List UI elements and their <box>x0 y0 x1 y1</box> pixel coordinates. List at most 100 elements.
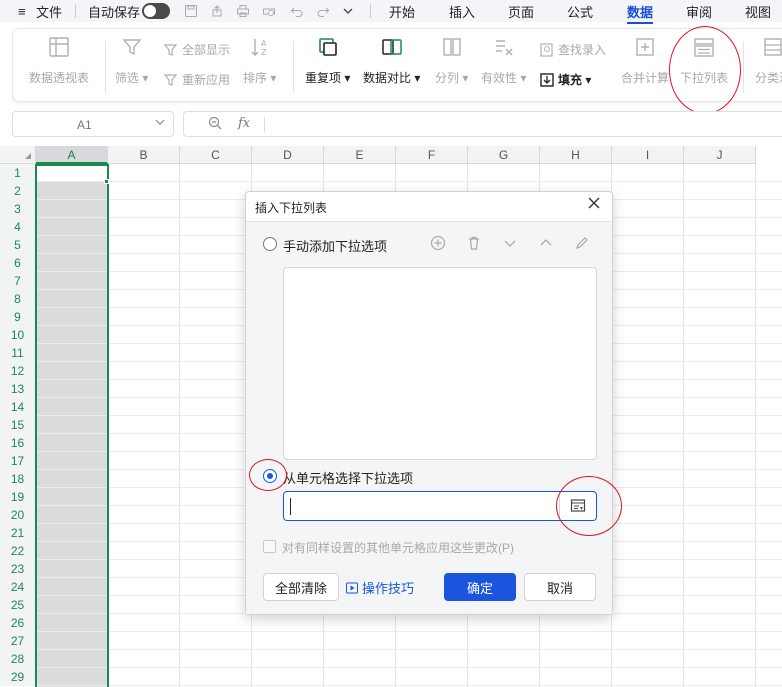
row-header-16[interactable]: 16 <box>0 434 36 452</box>
row-header-11[interactable]: 11 <box>0 344 36 362</box>
select-all-corner[interactable] <box>0 146 36 164</box>
cell-range-input[interactable] <box>283 491 597 521</box>
consolidate-icon <box>634 29 656 65</box>
row-header-18[interactable]: 18 <box>0 470 36 488</box>
consolidate-button[interactable]: 合并计算 <box>621 29 669 103</box>
share-icon[interactable] <box>210 0 224 22</box>
row-header-10[interactable]: 10 <box>0 326 36 344</box>
redo-icon[interactable] <box>316 0 330 22</box>
duplicates-button[interactable]: 重复项 ▾ <box>305 29 350 103</box>
tab-home[interactable]: 开始 <box>389 0 415 22</box>
grid-line-vertical <box>683 164 684 687</box>
tips-link[interactable]: 操作技巧 <box>346 578 414 597</box>
column-header-e[interactable]: E <box>324 146 396 164</box>
row-header-17[interactable]: 17 <box>0 452 36 470</box>
row-header-20[interactable]: 20 <box>0 506 36 524</box>
validity-button[interactable]: 有效性 ▾ <box>481 29 526 103</box>
row-header-21[interactable]: 21 <box>0 524 36 542</box>
tab-review[interactable]: 审阅 <box>686 0 712 22</box>
row-header-24[interactable]: 24 <box>0 578 36 596</box>
divider <box>370 4 371 18</box>
grid-line-horizontal <box>36 181 782 182</box>
column-header-i[interactable]: I <box>612 146 684 164</box>
tab-insert[interactable]: 插入 <box>449 0 475 22</box>
formula-bar[interactable]: fx <box>183 111 782 137</box>
row-header-6[interactable]: 6 <box>0 254 36 272</box>
fill-button[interactable]: 填充 ▾ <box>539 71 591 88</box>
menu-icon[interactable]: ≡ <box>18 0 26 22</box>
column-header-b[interactable]: B <box>108 146 180 164</box>
manual-options-list[interactable] <box>283 267 597 460</box>
show-all-button[interactable]: 全部显示 <box>163 41 230 58</box>
delete-option-icon[interactable] <box>465 235 483 254</box>
annotation-circle-select-range <box>556 476 622 536</box>
column-header-g[interactable]: G <box>468 146 540 164</box>
clear-all-button[interactable]: 全部清除 <box>263 573 339 601</box>
fx-icon[interactable]: fx <box>238 116 250 131</box>
row-header-15[interactable]: 15 <box>0 416 36 434</box>
row-header-26[interactable]: 26 <box>0 614 36 632</box>
undo-icon[interactable] <box>290 0 304 22</box>
filter-button[interactable]: 筛选 ▾ <box>115 29 148 103</box>
move-up-icon[interactable] <box>537 235 555 254</box>
row-header-14[interactable]: 14 <box>0 398 36 416</box>
cancel-button[interactable]: 取消 <box>524 573 596 601</box>
tab-page[interactable]: 页面 <box>508 0 534 22</box>
apply-same-settings-checkbox[interactable] <box>263 540 276 553</box>
edit-option-icon[interactable] <box>573 235 591 254</box>
add-option-icon[interactable] <box>429 235 447 254</box>
row-header-9[interactable]: 9 <box>0 308 36 326</box>
column-header-a[interactable]: A <box>36 146 108 164</box>
pivot-table-button[interactable]: 数据透视表 <box>29 29 89 103</box>
tab-data[interactable]: 数据 <box>627 0 654 24</box>
chevron-down-icon[interactable] <box>155 117 165 130</box>
row-header-23[interactable]: 23 <box>0 560 36 578</box>
option-from-cells-label: 从单元格选择下拉选项 <box>283 471 414 486</box>
tab-view[interactable]: 视图 <box>745 0 771 22</box>
quick-access-dropdown-icon[interactable] <box>342 0 354 22</box>
dialog-title: 插入下拉列表 <box>255 201 328 215</box>
row-header-22[interactable]: 22 <box>0 542 36 560</box>
row-header-1[interactable]: 1 <box>0 164 36 182</box>
ribbon-divider <box>293 41 294 93</box>
radio-manual[interactable] <box>263 237 277 251</box>
row-header-2[interactable]: 2 <box>0 182 36 200</box>
fill-handle[interactable] <box>104 179 109 184</box>
row-header-29[interactable]: 29 <box>0 668 36 686</box>
row-header-7[interactable]: 7 <box>0 272 36 290</box>
split-column-button[interactable]: 分列 ▾ <box>435 29 468 103</box>
data-compare-button[interactable]: 数据对比 ▾ <box>363 29 420 103</box>
file-menu[interactable]: 文件 <box>36 0 62 22</box>
column-header-c[interactable]: C <box>180 146 252 164</box>
ok-button[interactable]: 确定 <box>444 573 516 601</box>
row-header-5[interactable]: 5 <box>0 236 36 254</box>
zoom-icon[interactable] <box>208 116 222 133</box>
close-icon[interactable] <box>584 195 604 215</box>
column-header-h[interactable]: H <box>540 146 612 164</box>
column-header-j[interactable]: J <box>684 146 756 164</box>
row-header-28[interactable]: 28 <box>0 650 36 668</box>
row-header-3[interactable]: 3 <box>0 200 36 218</box>
row-header-19[interactable]: 19 <box>0 488 36 506</box>
sort-button[interactable]: AZ 排序 ▾ <box>243 29 276 103</box>
save-icon[interactable] <box>184 0 198 22</box>
reapply-button[interactable]: 重新应用 <box>163 71 230 88</box>
print-preview-icon[interactable] <box>262 0 276 22</box>
row-header-13[interactable]: 13 <box>0 380 36 398</box>
move-down-icon[interactable] <box>501 235 519 254</box>
row-header-25[interactable]: 25 <box>0 596 36 614</box>
lookup-entry-button[interactable]: 查找录入 <box>539 41 606 58</box>
column-header-f[interactable]: F <box>396 146 468 164</box>
row-header-8[interactable]: 8 <box>0 290 36 308</box>
subtotal-button[interactable]: 分类汇 <box>755 29 782 103</box>
print-icon[interactable] <box>236 0 250 22</box>
column-header-d[interactable]: D <box>252 146 324 164</box>
row-header-4[interactable]: 4 <box>0 218 36 236</box>
row-header-12[interactable]: 12 <box>0 362 36 380</box>
autosave-toggle[interactable] <box>142 3 170 19</box>
tab-formula[interactable]: 公式 <box>567 0 593 22</box>
row-header-27[interactable]: 27 <box>0 632 36 650</box>
reapply-icon <box>163 73 178 86</box>
name-box[interactable]: A1 <box>12 111 174 137</box>
grid-line-horizontal <box>36 685 782 686</box>
